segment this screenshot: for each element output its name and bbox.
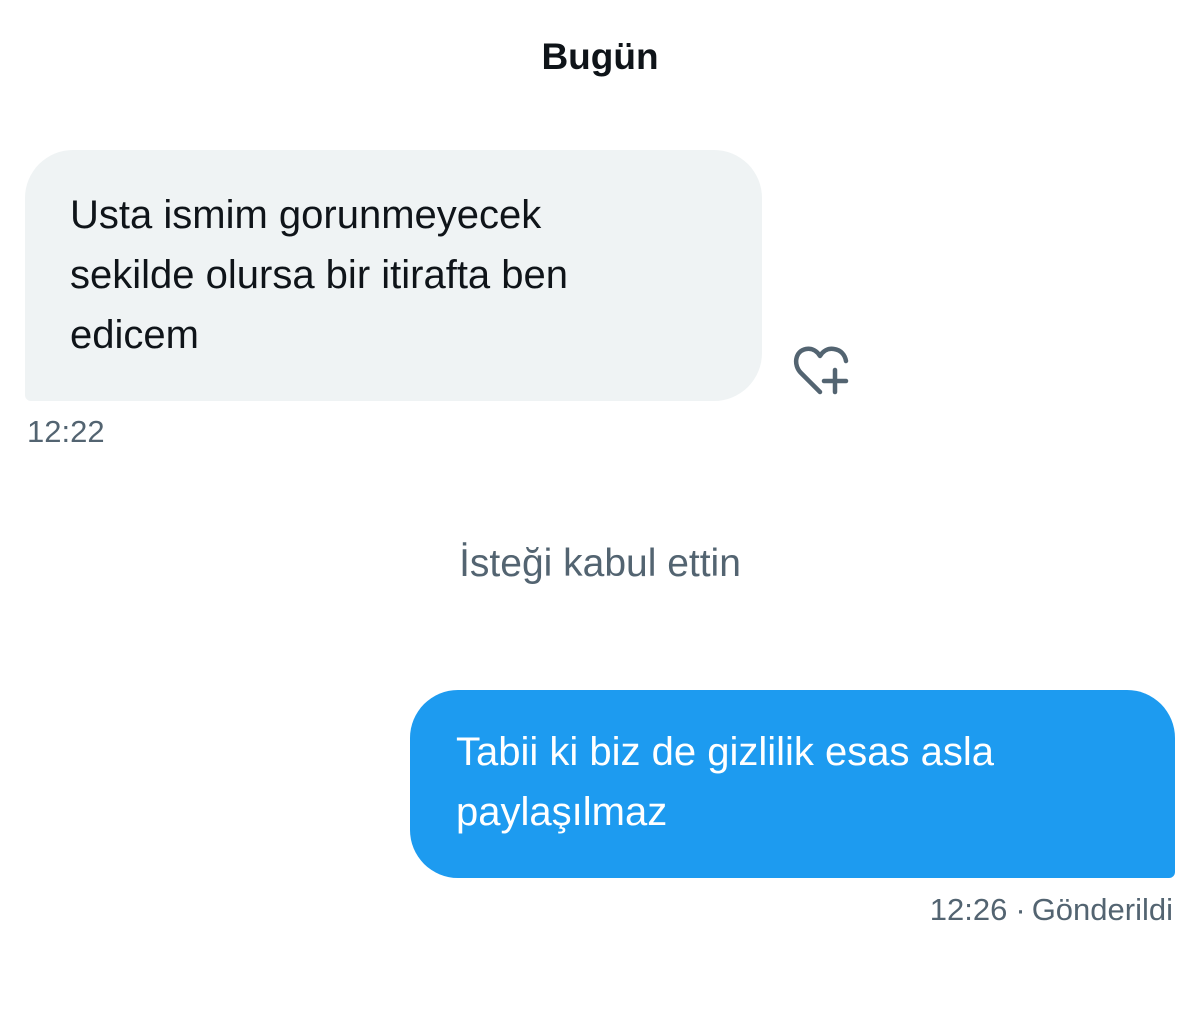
- outgoing-message-bubble[interactable]: Tabii ki biz de gizlilik esas asla payla…: [410, 690, 1175, 878]
- message-line: Usta ismim gorunmeyecek: [70, 193, 542, 237]
- date-header: Bugün: [541, 36, 659, 77]
- outgoing-message-meta: 12:26 · Gönderildi: [930, 892, 1173, 928]
- delivery-status: Gönderildi: [1031, 892, 1173, 927]
- message-line: Tabii ki biz de gizlilik esas asla: [456, 730, 995, 774]
- meta-separator: ·: [1015, 892, 1026, 927]
- heart-plus-icon[interactable]: [788, 342, 852, 398]
- incoming-message-bubble[interactable]: Usta ismim gorunmeyecek sekilde olursa b…: [25, 150, 762, 401]
- message-line: edicem: [70, 313, 199, 357]
- message-line: paylaşılmaz: [456, 790, 668, 834]
- message-line: sekilde olursa bir itirafta ben: [70, 253, 569, 297]
- outgoing-message-time: 12:26: [929, 892, 1008, 927]
- request-accepted-note: İsteği kabul ettin: [459, 542, 741, 585]
- incoming-message-time: 12:22: [27, 414, 105, 449]
